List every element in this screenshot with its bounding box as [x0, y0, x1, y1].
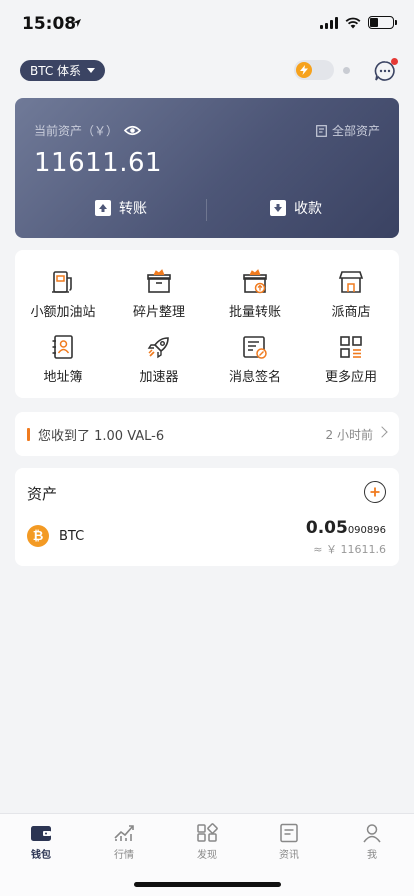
tools-grid: 小额加油站 碎片整理 批量转账 派商店 地址簿 加速器 消息签名 更多应用: [15, 250, 399, 398]
bitcoin-icon: ₿: [27, 525, 49, 547]
notification-banner[interactable]: 您收到了 1.00 VAL-6 2 小时前: [15, 412, 399, 456]
cellular-signal-icon: [320, 16, 338, 29]
tool-store[interactable]: 派商店: [303, 269, 399, 320]
gas-station-icon: [52, 271, 72, 293]
receive-button[interactable]: 收款: [270, 198, 322, 218]
location-arrow-icon: [73, 19, 81, 27]
tool-defrag[interactable]: 碎片整理: [111, 269, 207, 320]
tool-label: 派商店: [331, 305, 371, 320]
notice-text: 您收到了 1.00 VAL-6: [38, 428, 165, 444]
status-time: 15:08: [22, 14, 77, 34]
asset-label: 当前资产（￥）: [34, 124, 119, 138]
asset-card: 当前资产（￥） 全部资产 11611.61 转账 收款: [15, 98, 399, 238]
lightning-icon: [296, 62, 312, 78]
system-selector-label: BTC 体系: [30, 64, 82, 78]
tool-batch-transfer[interactable]: 批量转账: [207, 269, 303, 320]
home-indicator: [134, 882, 281, 887]
profile-icon: [363, 824, 381, 843]
tool-more-apps[interactable]: 更多应用: [303, 334, 399, 385]
asset-fiat-value: ≈ ￥ 11611.6: [313, 543, 386, 556]
eye-icon[interactable]: [124, 125, 142, 136]
add-asset-button[interactable]: [364, 481, 386, 503]
batch-transfer-icon: [243, 269, 267, 294]
system-selector[interactable]: BTC 体系: [20, 60, 106, 81]
tab-profile[interactable]: 我: [342, 823, 402, 861]
rocket-icon: [147, 337, 169, 359]
more-apps-icon: [340, 336, 362, 358]
tab-label: 资讯: [279, 850, 299, 861]
document-icon: [316, 124, 327, 137]
tab-label: 钱包: [31, 850, 51, 861]
notification-badge: [391, 58, 398, 65]
tab-wallet[interactable]: 钱包: [11, 823, 71, 861]
transfer-button[interactable]: 转账: [95, 198, 147, 218]
wallet-icon: [31, 826, 51, 841]
card-divider: [206, 199, 207, 221]
tab-label: 我: [367, 850, 377, 861]
total-asset-amount: 11611.61: [34, 148, 163, 178]
tool-gas-station[interactable]: 小额加油站: [15, 269, 111, 320]
tab-label: 发现: [197, 850, 217, 861]
tool-address-book[interactable]: 地址簿: [15, 334, 111, 385]
upload-arrow-icon: [95, 200, 111, 216]
download-arrow-icon: [270, 200, 286, 216]
power-toggle[interactable]: [294, 60, 334, 80]
asset-label-row: 当前资产（￥）: [34, 122, 142, 139]
discover-icon: [197, 823, 218, 842]
asset-balance-tail: 090896: [347, 525, 386, 536]
asset-symbol: BTC: [59, 529, 85, 544]
status-dot: [343, 67, 350, 74]
tool-label: 批量转账: [228, 305, 281, 320]
transfer-label: 转账: [119, 201, 147, 217]
chevron-right-icon: [376, 426, 388, 438]
tool-label: 消息签名: [228, 370, 281, 385]
battery-icon: [368, 16, 397, 29]
tool-accelerator[interactable]: 加速器: [111, 334, 207, 385]
tab-discover[interactable]: 发现: [177, 823, 237, 861]
sign-message-icon: [243, 336, 267, 359]
all-assets-link[interactable]: 全部资产: [316, 122, 380, 139]
tool-label: 小额加油站: [30, 305, 96, 320]
wifi-icon: [345, 17, 361, 28]
assets-title: 资产: [27, 485, 58, 503]
market-icon: [114, 825, 134, 841]
all-assets-label: 全部资产: [331, 124, 380, 138]
tab-market[interactable]: 行情: [94, 823, 154, 861]
tool-label: 更多应用: [324, 370, 377, 385]
messages-button[interactable]: [374, 58, 398, 82]
receive-label: 收款: [294, 201, 322, 217]
assets-section: 资产 ₿ BTC 0.05090896 ≈ ￥ 11611.6: [15, 468, 399, 566]
store-icon: [338, 271, 364, 293]
news-icon: [280, 823, 298, 843]
address-book-icon: [52, 335, 73, 359]
caret-down-icon: [87, 68, 96, 73]
notice-accent-bar: [27, 427, 30, 441]
tool-label: 碎片整理: [132, 305, 185, 320]
notice-time: 2 小时前: [325, 427, 373, 442]
plus-icon: [370, 487, 380, 497]
status-bar: 15:08: [0, 0, 414, 48]
tool-label: 地址簿: [43, 370, 83, 385]
tab-news[interactable]: 资讯: [259, 823, 319, 861]
asset-balance: 0.05090896: [306, 518, 386, 538]
asset-balance-main: 0.05: [305, 518, 348, 538]
tab-label: 行情: [114, 850, 134, 861]
box-icon: [147, 269, 171, 293]
tool-sign-message[interactable]: 消息签名: [207, 334, 303, 385]
tool-label: 加速器: [139, 370, 179, 385]
